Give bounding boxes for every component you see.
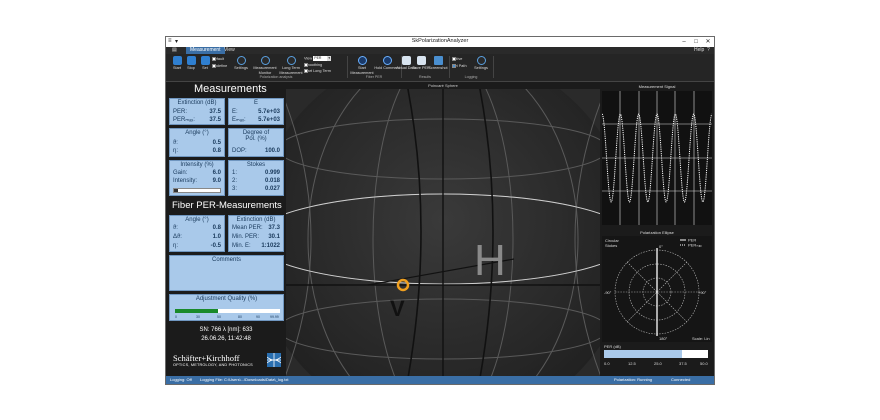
angle-left: -90°: [604, 290, 612, 295]
adjustment-quality-bar: [175, 309, 280, 313]
aq-tick: 50: [217, 315, 221, 319]
tab-file[interactable]: ▤: [168, 47, 181, 54]
group-logging: Logging: [464, 75, 478, 79]
minimize-button[interactable]: –: [678, 37, 690, 47]
per-tick: 37.5: [679, 361, 687, 366]
status-bar: Logging: Off Logging File: C:\Users\...\…: [166, 376, 714, 384]
angle-box: Angle (°) ϑ: 0.5 η: 0.8: [169, 128, 225, 157]
polarization-status: Polarization: Running: [614, 377, 653, 382]
fiber-extinction-box: Extinction (dB) Mean PER: 37.3 Min. PER: 3…: [228, 215, 284, 252]
measurement-signal-plot: [602, 91, 712, 225]
aq-tick: 90: [256, 315, 260, 319]
settings-button[interactable]: Settings: [230, 56, 252, 71]
v-label: V: [390, 296, 405, 321]
connection-status: Connected: [671, 377, 691, 382]
ribbon-toolbar: Start Stop Set Default Undefine Settings…: [166, 54, 714, 82]
stokes-box: Stokes 1: 0.999 2: 0.018 3: 0.027: [228, 160, 284, 196]
logging-file-path: Logging File: C:\Users\...\Downloads\Dat…: [200, 377, 289, 382]
tab-measurement[interactable]: Measurement: [186, 47, 225, 54]
save-document-icon: [416, 56, 426, 65]
legend-per-max: PERₘₐₓ: [688, 243, 702, 248]
angle-top: 0°: [659, 244, 663, 249]
aq-tick: 80: [238, 315, 242, 319]
logo-mark-icon: [267, 353, 281, 367]
intensity-bar: [173, 188, 221, 193]
right-panel: Measurement Signal Polarization Ellipse …: [600, 83, 714, 376]
long-term-button[interactable]: Long Term Measurement: [278, 56, 304, 75]
gear-icon: [236, 56, 246, 65]
poincare-sphere-view[interactable]: H V: [286, 89, 600, 376]
chevron-down-icon: ▾: [327, 56, 332, 61]
extinction-box: Extinction (dB) PER: 37.5 PERₘₐₓ: 37.5: [169, 98, 225, 125]
intensity-bar-fill: [174, 189, 179, 192]
comments-box[interactable]: Comments: [169, 255, 284, 291]
group-fiber-per: Fiber PER: [365, 75, 383, 79]
fiber-angle-box: Angle (°) ϑ: 0.8 Δϑ: 1.0 η: -0.5: [169, 215, 225, 252]
logging-status: Logging: Off: [170, 377, 192, 382]
angle-bottom: 180°: [659, 336, 668, 341]
aq-tick: 99.99: [270, 315, 279, 319]
measurement-monitor-button[interactable]: Measurement Monitor: [252, 56, 278, 75]
aq-tick: 30: [196, 315, 200, 319]
per-bar-fill: [604, 350, 682, 358]
default-checkbox[interactable]: Default: [212, 57, 224, 62]
per-tick: 12.5: [628, 361, 636, 366]
tab-view[interactable]: View: [220, 47, 239, 54]
screenshot-button[interactable]: Screenshot: [426, 56, 450, 71]
set-path-button[interactable]: Set Path: [452, 64, 467, 69]
logging-settings-button[interactable]: Settings: [470, 56, 492, 71]
polarization-ellipse-title: Polarization Ellipse: [640, 230, 674, 235]
title-bar: ≡ ▾ SkPolarizationAnalyzer – □ ✕: [166, 37, 714, 47]
h-label: H: [474, 236, 506, 285]
measurement-signal-title: Measurement Signal: [638, 84, 676, 89]
adjustment-quality-box: Adjustment Quality (%) 0 30 50 80 90 99.…: [169, 294, 284, 321]
measurements-title: Measurements: [194, 83, 267, 95]
stokes-label: Stokes: [605, 243, 617, 248]
globe-icon: [357, 56, 367, 65]
angle-right: +90°: [698, 290, 707, 295]
set-icon: [200, 56, 210, 65]
company-logo: Schäfter+Kirchhoff OPTICS, METROLOGY, AN…: [173, 353, 281, 371]
view-select[interactable]: View PER ▾: [304, 56, 332, 61]
long-term-gear-icon: [286, 56, 296, 65]
window-title: SkPolarizationAnalyzer: [411, 38, 469, 44]
dop-box: Degree of Pol. (%) DOP: 100.0: [228, 128, 284, 157]
undefine-checkbox[interactable]: Undefine: [212, 64, 227, 69]
camera-icon: [433, 56, 443, 65]
help-icon[interactable]: ?: [707, 47, 710, 54]
per-tick: 0.0: [604, 361, 610, 366]
maximize-button[interactable]: □: [690, 37, 702, 47]
polarization-ellipse-plot: Circular Stokes PER PERₘₐₓ 0° -90° +90° …: [602, 236, 712, 342]
measurements-panel: Measurements Extinction (dB) PER: 37.5 PE…: [166, 83, 286, 376]
per-tick: 25.0: [654, 361, 662, 366]
app-window: ≡ ▾ SkPolarizationAnalyzer – □ ✕ ▤ Measu…: [165, 36, 715, 385]
poincare-sphere: H V: [286, 89, 600, 376]
document-icon: [401, 56, 411, 65]
device-sn-wavelength: SN: 766 λ [nm]: 633: [199, 327, 253, 333]
menu-bar: ▤ Measurement View Help ?: [166, 47, 714, 54]
group-polarization-analysis: Polarization analysis: [259, 75, 293, 79]
scale-label: Scale: Lin: [692, 336, 710, 341]
start-long-term-checkbox[interactable]: Start Long Term: [304, 69, 331, 74]
per-tick: 50.0: [700, 361, 708, 366]
logging-gear-icon: [476, 56, 486, 65]
adjustment-quality-fill: [175, 309, 219, 313]
start-measurement-button[interactable]: Start Measurement: [348, 56, 376, 75]
group-results: Results: [419, 75, 431, 79]
per-bar: [604, 350, 708, 358]
per-bar-label: PER (dB): [604, 344, 621, 349]
aq-tick: 0: [175, 315, 177, 319]
close-button[interactable]: ✕: [702, 37, 714, 47]
hold-globe-icon: [382, 56, 392, 65]
intensity-box: Intensity (%) Gain: 6.0 Intensity: 9.0: [169, 160, 225, 196]
active-checkbox[interactable]: Active: [452, 57, 462, 62]
device-datetime: 26.06.26, 11:42:48: [201, 336, 251, 342]
smoothing-checkbox[interactable]: Smoothing: [304, 63, 322, 68]
help-link[interactable]: Help: [694, 47, 704, 54]
fiber-title: Fiber PER-Measurements: [172, 200, 282, 211]
monitor-gear-icon: [260, 56, 270, 65]
e-box: E E: 5.7e+03 Eₘₐₓ: 5.7e+03: [228, 98, 284, 125]
